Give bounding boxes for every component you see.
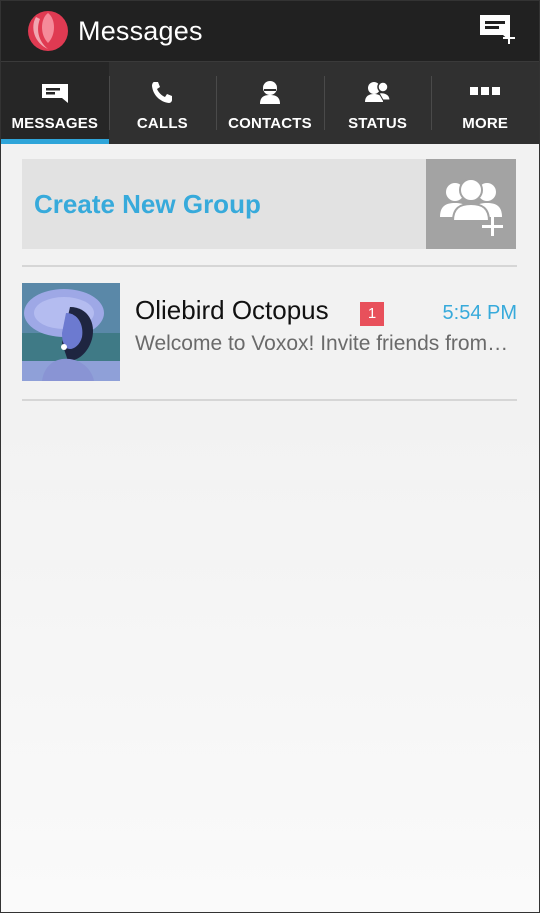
message-time: 5:54 PM <box>442 302 517 324</box>
tab-calls[interactable]: CALLS <box>108 62 217 144</box>
new-message-icon <box>480 15 515 44</box>
status-icon <box>364 81 391 102</box>
avatar <box>22 283 120 381</box>
app-title: Messages <box>78 15 203 46</box>
divider <box>22 399 517 401</box>
divider <box>22 265 517 267</box>
tab-label: CONTACTS <box>228 115 312 132</box>
create-group-button[interactable]: Create New Group <box>22 159 516 249</box>
phone-icon <box>152 82 173 103</box>
tab-status[interactable]: STATUS <box>323 62 432 144</box>
unread-badge: 1 <box>360 302 384 326</box>
message-icon <box>41 84 68 103</box>
tab-more[interactable]: MORE <box>431 62 539 144</box>
conversation-item[interactable]: Oliebird Octopus 1 5:54 PM Welcome to Vo… <box>22 283 517 383</box>
contact-icon <box>259 81 280 104</box>
more-dots-icon <box>470 87 501 95</box>
voxox-logo-icon <box>26 9 70 53</box>
contact-name: Oliebird Octopus <box>135 295 329 325</box>
add-group-tile <box>426 159 516 249</box>
tab-messages[interactable]: MESSAGES <box>1 62 109 144</box>
tab-label: CALLS <box>136 115 188 132</box>
new-message-button[interactable] <box>479 13 517 45</box>
avatar-image <box>22 283 120 381</box>
create-group-label: Create New Group <box>34 188 261 219</box>
action-bar: Messages <box>1 1 539 61</box>
tab-label: MORE <box>462 115 509 132</box>
tab-label: STATUS <box>348 115 408 132</box>
tab-label: MESSAGES <box>11 115 99 132</box>
tab-bar: MESSAGES CALLS CONTACTS STATUS MORE <box>1 61 539 144</box>
tab-contacts[interactable]: CONTACTS <box>216 62 324 144</box>
add-group-icon <box>440 178 503 236</box>
messages-screen: Messages MESSAGES CALLS CONTACTS STATUS … <box>0 0 540 913</box>
message-preview: Welcome to Voxox! Invite friends from… <box>135 332 509 355</box>
